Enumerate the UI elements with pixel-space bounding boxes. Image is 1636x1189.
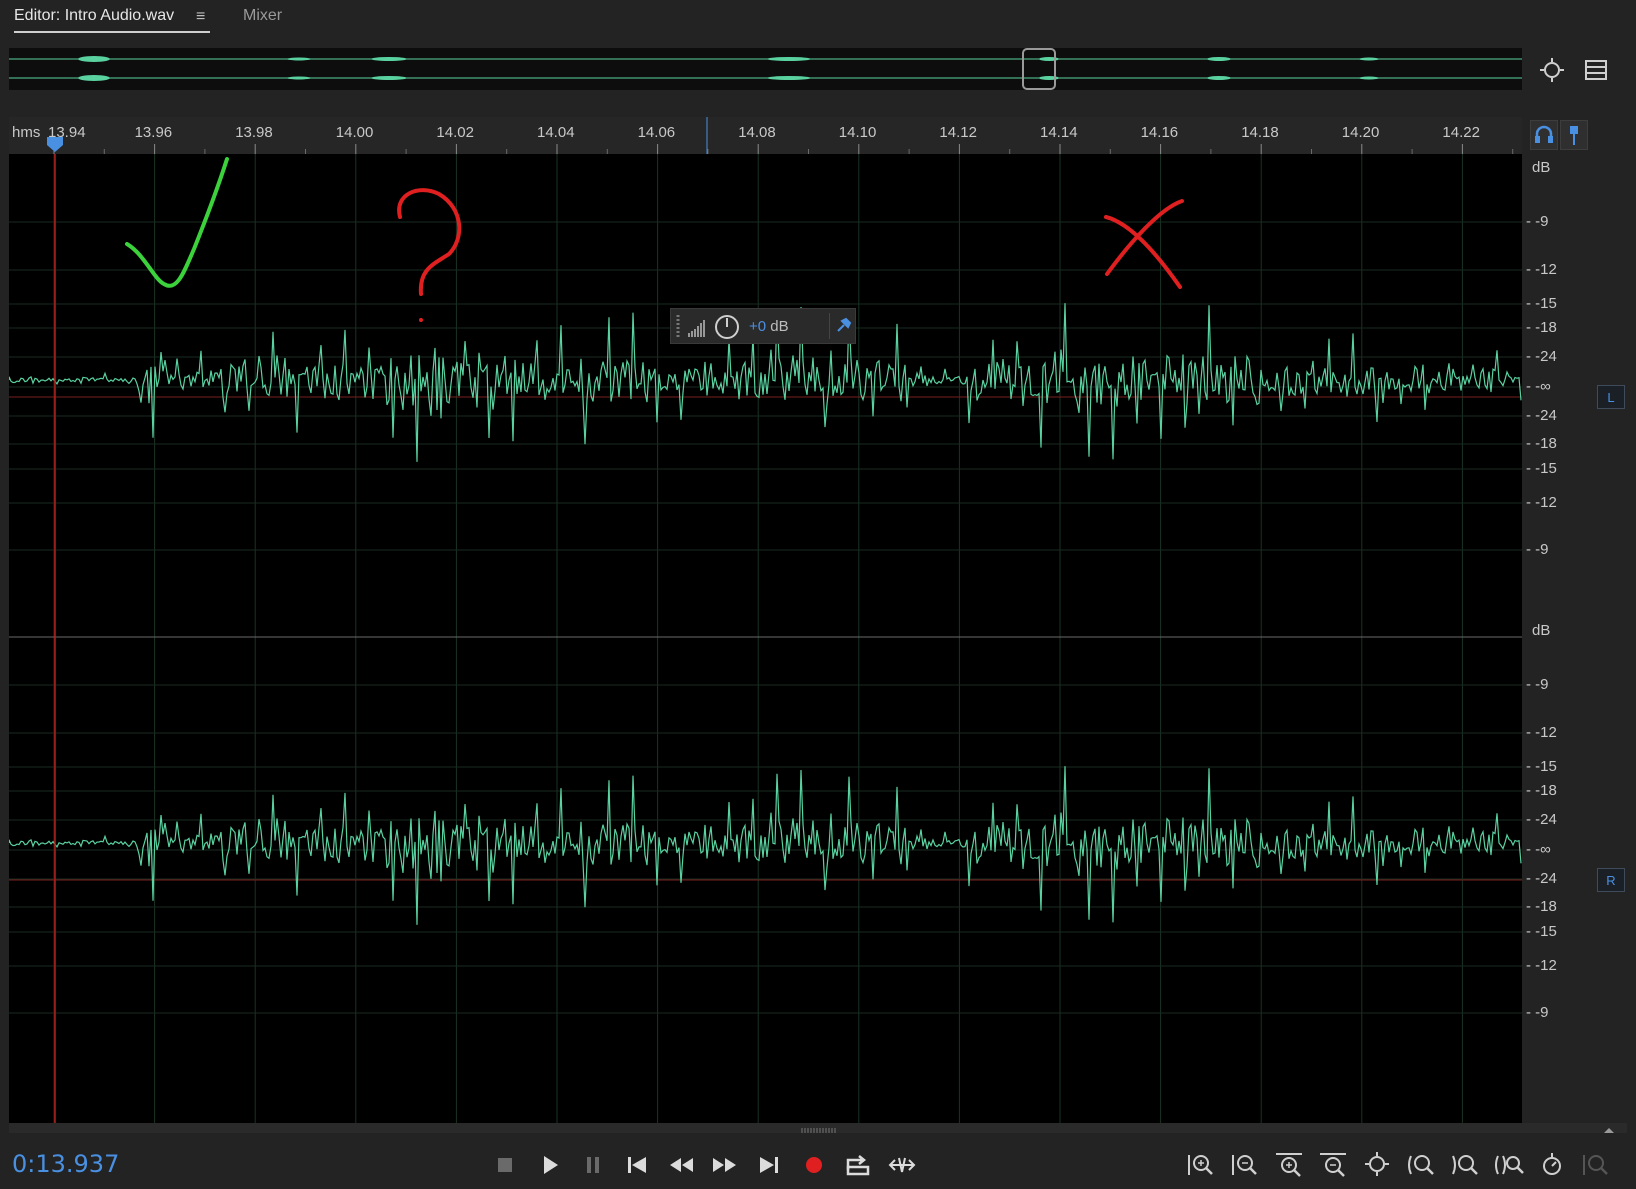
zoom-out-full-icon[interactable] [1361,1150,1393,1180]
pin-icon [837,317,852,332]
db-scale-right-label: - -24 [1526,870,1557,887]
ruler-tick-label: 14.20 [1342,124,1380,141]
record-icon[interactable] [799,1150,829,1180]
play-icon[interactable] [535,1150,565,1180]
skip-to-end-icon[interactable] [754,1150,784,1180]
stop-icon[interactable] [490,1150,520,1180]
db-scale-left-label: - -15 [1526,460,1557,477]
tab-menu-icon[interactable]: ≡ [196,8,205,26]
db-scale-left-label: - -9 [1526,213,1549,230]
ruler-ticks: hms 13.94 13.96 13.98 14.00 14.02 14.04 14.06 14… [12,117,1514,154]
volume-knob-icon [715,315,739,339]
ruler-tick-label: 14.16 [1141,124,1179,141]
marker-pin-icon [1570,126,1578,145]
skip-to-start-icon[interactable] [622,1150,652,1180]
skip-selection-icon[interactable] [887,1150,917,1180]
ruler-tick-label: 14.04 [537,124,575,141]
ruler-tick-label: 14.18 [1241,124,1279,141]
fast-forward-icon[interactable] [710,1150,740,1180]
zoom-in-amplitude-icon[interactable] [1185,1150,1217,1180]
db-scale: dB - -9 - -12 - -15 - -18 - -24 - -∞ - -24 - -18… [1522,154,1627,1123]
time-ruler[interactable]: hms 13.94 13.96 13.98 14.00 14.02 14.04 14.06 14… [9,117,1522,155]
db-scale-right-label: - -9 [1526,1004,1549,1021]
ruler-tick-label: 14.06 [638,124,676,141]
ruler-tick-label: 14.12 [939,124,977,141]
zoom-in-point-icon[interactable] [1405,1150,1437,1180]
db-scale-right-label: - -18 [1526,782,1557,799]
db-scale-left-label: - -24 [1526,348,1557,365]
db-scale-left-label: dB [1532,159,1551,176]
waveform-right [8,766,1522,925]
overview-viewport-handle[interactable] [1022,48,1056,90]
overview-waveform [9,48,1522,90]
ruler-tick-label: 13.98 [235,124,273,141]
panel-tabs: Editor: Intro Audio.wav ≡ Mixer [0,0,1636,40]
db-scale-right-label: - -12 [1526,724,1557,741]
db-scale-right-label: - -9 [1526,676,1549,693]
db-scale-left-label: - -12 [1526,261,1557,278]
ruler-tick-label: 14.22 [1442,124,1480,141]
db-scale-left-label: - -18 [1526,319,1557,336]
hud-level-icons [676,315,739,339]
ruler-tick-label: 14.08 [738,124,776,141]
db-scale-right-label: - -12 [1526,957,1557,974]
loop-icon[interactable] [843,1150,873,1180]
list-menu-icon[interactable] [1582,56,1610,84]
active-tab-indicator [14,31,210,33]
db-scale-right-label: - -15 [1526,758,1557,775]
playhead-marker[interactable] [47,137,63,153]
ruler-buttons [1530,120,1592,150]
headphones-button[interactable] [1530,120,1558,150]
horizontal-scroll-strip[interactable] [9,1123,1627,1134]
db-scale-right-label: - -18 [1526,898,1557,915]
ruler-tick-label: 14.00 [336,124,374,141]
db-scale-left-label: - -15 [1526,295,1557,312]
channel-badge-right[interactable]: R [1597,868,1625,892]
zoom-out-point-icon[interactable] [1449,1150,1481,1180]
zoom-reset-icon[interactable] [1537,1150,1569,1180]
hud-pin-button[interactable] [829,313,856,339]
db-scale-right-label: - -24 [1526,811,1557,828]
hud-db-readout[interactable]: +0 dB [749,318,789,335]
db-scale-left-label: - -∞ [1526,378,1551,395]
zoom-to-fit-icon[interactable] [1538,56,1566,84]
ruler-tick-label: 14.10 [839,124,877,141]
overview-strip[interactable] [9,48,1522,90]
zoom-in-time-icon[interactable] [1273,1150,1305,1180]
ruler-unit-label: hms [12,124,40,141]
annotation-question-dot [419,318,423,322]
channel-badge-left[interactable]: L [1597,385,1625,409]
zoom-to-selection-icon[interactable] [1493,1150,1525,1180]
annotation-question-mark [397,188,462,296]
hud-db-unit: dB [770,318,789,335]
ruler-tick-label: 13.96 [135,124,173,141]
db-scale-right-label: dB [1532,622,1551,639]
db-scale-left-label: - -9 [1526,541,1549,558]
zoom-disabled-icon [1583,1155,1608,1175]
pause-icon[interactable] [578,1150,608,1180]
tab-mixer[interactable]: Mixer [243,7,282,25]
hud-db-value: +0 [749,318,767,335]
zoom-out-amplitude-icon[interactable] [1229,1150,1261,1180]
db-scale-left-label: - -18 [1526,435,1557,452]
time-display[interactable]: 0:13.937 [12,1150,119,1178]
ruler-tick-label: 14.14 [1040,124,1078,141]
zoom-out-time-icon[interactable] [1317,1150,1349,1180]
db-scale-right-label: - -15 [1526,923,1557,940]
annotation-cross-stroke2 [1105,199,1184,276]
hud-volume-control: +0 dB [670,308,856,344]
waveform-area[interactable] [8,154,1522,1123]
marker-button[interactable] [1560,120,1588,150]
db-scale-left-label: - -24 [1526,407,1557,424]
tab-editor[interactable]: Editor: Intro Audio.wav [14,7,174,25]
db-scale-left-label: - -12 [1526,494,1557,511]
db-scale-right-label: - -∞ [1526,841,1551,858]
waveform-canvas [8,154,1522,1123]
headphones-icon [1535,125,1553,143]
ruler-tick-label: 14.02 [436,124,474,141]
rewind-icon[interactable] [666,1150,696,1180]
